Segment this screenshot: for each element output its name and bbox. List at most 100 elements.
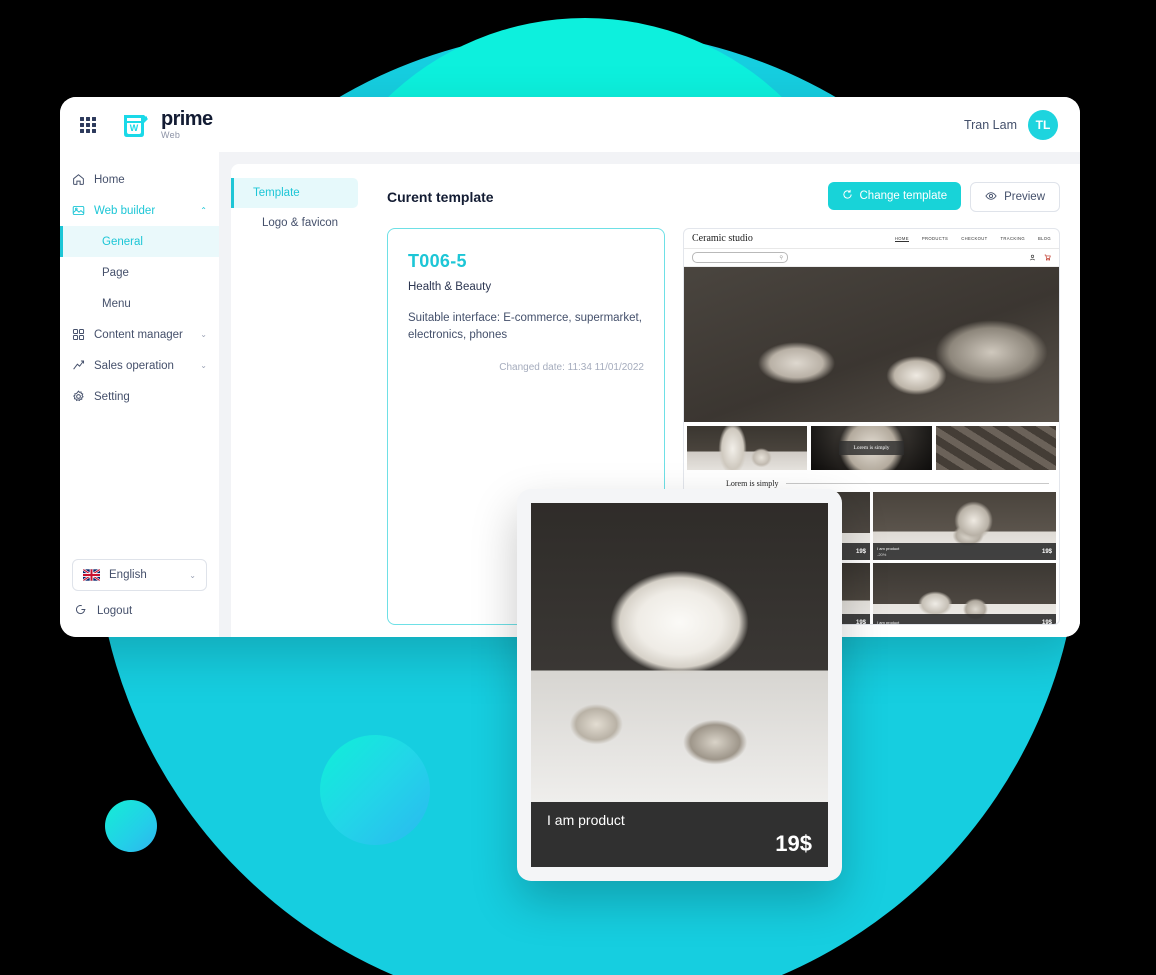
language-label: English — [109, 569, 147, 581]
sidebar-item-label: Sales operation — [94, 359, 174, 372]
tab-label: Logo & favicon — [262, 217, 339, 229]
preview-product-price: 19$ — [1041, 619, 1052, 625]
sidebar-item-label: Setting — [94, 390, 130, 403]
section-title-rule — [786, 483, 1049, 484]
sidebar-nav: Home Web builder ⌃ General Page Menu Con… — [60, 164, 219, 559]
preview-nav-products[interactable]: PRODUCTS — [922, 236, 948, 242]
product-name: I am product — [547, 812, 625, 828]
user-name: Tran Lam — [963, 117, 1017, 132]
product-detail-mockup: I am product 19$ — [517, 489, 842, 881]
sidebar-item-content-manager[interactable]: Content manager ⌄ — [60, 319, 219, 350]
preview-nav-blog[interactable]: BLOG — [1038, 236, 1051, 242]
section-title-text: Lorem is simply — [726, 479, 779, 488]
user-area[interactable]: Tran Lam TL — [963, 109, 1058, 140]
template-category: Health & Beauty — [408, 281, 492, 293]
preview-product-discount: -20% — [877, 551, 887, 557]
background-dot-large — [320, 735, 430, 845]
preview-banner-label: Lorem is simply — [839, 441, 904, 455]
background-dot-small — [105, 800, 157, 852]
action-buttons: Change template Preview — [827, 182, 1060, 212]
brand-logo[interactable]: W prime Web — [121, 108, 213, 140]
avatar[interactable]: TL — [1028, 109, 1058, 140]
svg-text:W: W — [130, 123, 139, 133]
sidebar-subitem-label: General — [102, 235, 143, 248]
button-label: Preview — [1004, 191, 1045, 203]
preview-nav-checkout[interactable]: CHECKOUT — [961, 236, 987, 242]
preview-site-header: Ceramic studio HOME PRODUCTS CHECKOUT TR… — [684, 229, 1059, 249]
preview-image-3 — [935, 426, 1056, 470]
preview-nav-tracking[interactable]: TRACKING — [1001, 236, 1025, 242]
main-header: Curent template Change template Preview — [387, 182, 1060, 212]
product-price: 19$ — [775, 831, 812, 856]
image-icon — [72, 204, 85, 217]
page-title: Curent template — [387, 189, 494, 205]
preview-site-nav: HOME PRODUCTS CHECKOUT TRACKING BLOG — [894, 236, 1051, 242]
preview-site-logo: Ceramic studio — [692, 233, 753, 244]
sidebar-item-label: Web builder — [94, 204, 156, 217]
sidebar-subitem-general[interactable]: General — [60, 226, 219, 257]
preview-nav-home[interactable]: HOME — [894, 236, 909, 242]
sidebar-item-home[interactable]: Home — [60, 164, 219, 195]
cart-icon[interactable] — [1044, 254, 1051, 261]
preview-button[interactable]: Preview — [970, 182, 1060, 212]
preview-image-1 — [687, 426, 808, 470]
sidebar-item-label: Home — [94, 173, 125, 186]
preview-search-input[interactable]: ⚲ — [692, 252, 788, 263]
preview-product-name: I am product — [877, 619, 900, 625]
logout-icon — [74, 603, 87, 619]
eye-icon — [985, 190, 997, 205]
chevron-down-icon: ⌄ — [200, 330, 207, 339]
logout-button[interactable]: Logout — [72, 603, 207, 619]
sidebar-footer: English ⌄ Logout — [60, 559, 219, 637]
change-template-button[interactable]: Change template — [827, 182, 962, 210]
chevron-down-icon: ⌄ — [200, 361, 207, 370]
user-icon[interactable] — [1029, 254, 1036, 261]
sidebar-subitem-label: Menu — [102, 297, 131, 310]
preview-triple-images: Lorem is simply — [684, 422, 1059, 474]
tab-template[interactable]: Template — [231, 178, 358, 208]
preview-product-price: 19$ — [1041, 548, 1052, 555]
sub-nav-panel: Template Logo & favicon — [231, 164, 367, 637]
sidebar-item-label: Content manager — [94, 328, 183, 341]
preview-product-card[interactable]: I am product 19$ — [873, 563, 1056, 625]
prime-web-logo-icon: W — [121, 110, 151, 140]
home-icon — [72, 173, 85, 186]
template-description: Suitable interface: E-commerce, supermar… — [408, 312, 642, 341]
chevron-down-icon: ⌄ — [189, 570, 196, 580]
template-code: T006-5 — [408, 251, 467, 271]
hero-photo — [684, 267, 1059, 422]
logout-label: Logout — [97, 605, 133, 617]
preview-header-icons — [1029, 254, 1051, 261]
uk-flag-icon — [83, 569, 100, 581]
sidebar-item-setting[interactable]: Setting — [60, 381, 219, 412]
sidebar: Home Web builder ⌃ General Page Menu Con… — [60, 152, 219, 637]
preview-image-2: Lorem is simply — [811, 426, 932, 470]
apps-grid-icon[interactable] — [80, 116, 96, 133]
sidebar-item-sales-operation[interactable]: Sales operation ⌄ — [60, 350, 219, 381]
preview-product-price: 19$ — [855, 548, 866, 555]
template-changed-date: Changed date: 11:34 11/01/2022 — [499, 362, 644, 374]
language-selector[interactable]: English ⌄ — [72, 559, 207, 591]
preview-product-name: I am product — [877, 546, 900, 552]
trend-line-icon — [72, 359, 85, 372]
brand-subtitle: Web — [161, 130, 181, 140]
sidebar-subitem-page[interactable]: Page — [60, 257, 219, 288]
grid-squares-icon — [72, 328, 85, 341]
preview-hero-image — [684, 267, 1059, 422]
tab-logo-favicon[interactable]: Logo & favicon — [240, 208, 358, 238]
search-icon: ⚲ — [779, 254, 783, 261]
button-label: Change template — [859, 190, 948, 202]
sidebar-subitem-label: Page — [102, 266, 129, 279]
preview-product-name-block: I am product -20% — [877, 546, 899, 556]
sidebar-subitem-menu[interactable]: Menu — [60, 288, 219, 319]
refresh-icon — [842, 189, 853, 203]
chevron-up-icon: ⌃ — [200, 206, 207, 215]
preview-search-row: ⚲ — [684, 249, 1059, 267]
sidebar-item-web-builder[interactable]: Web builder ⌃ — [60, 195, 219, 226]
preview-product-card[interactable]: I am product -20% 19$ — [873, 492, 1056, 560]
preview-product-price: 19$ — [855, 619, 866, 625]
brand-name: prime — [161, 108, 213, 130]
product-info-bar: I am product 19$ — [531, 802, 828, 867]
product-detail-card[interactable]: I am product 19$ — [531, 503, 828, 867]
tab-label: Template — [253, 187, 300, 199]
